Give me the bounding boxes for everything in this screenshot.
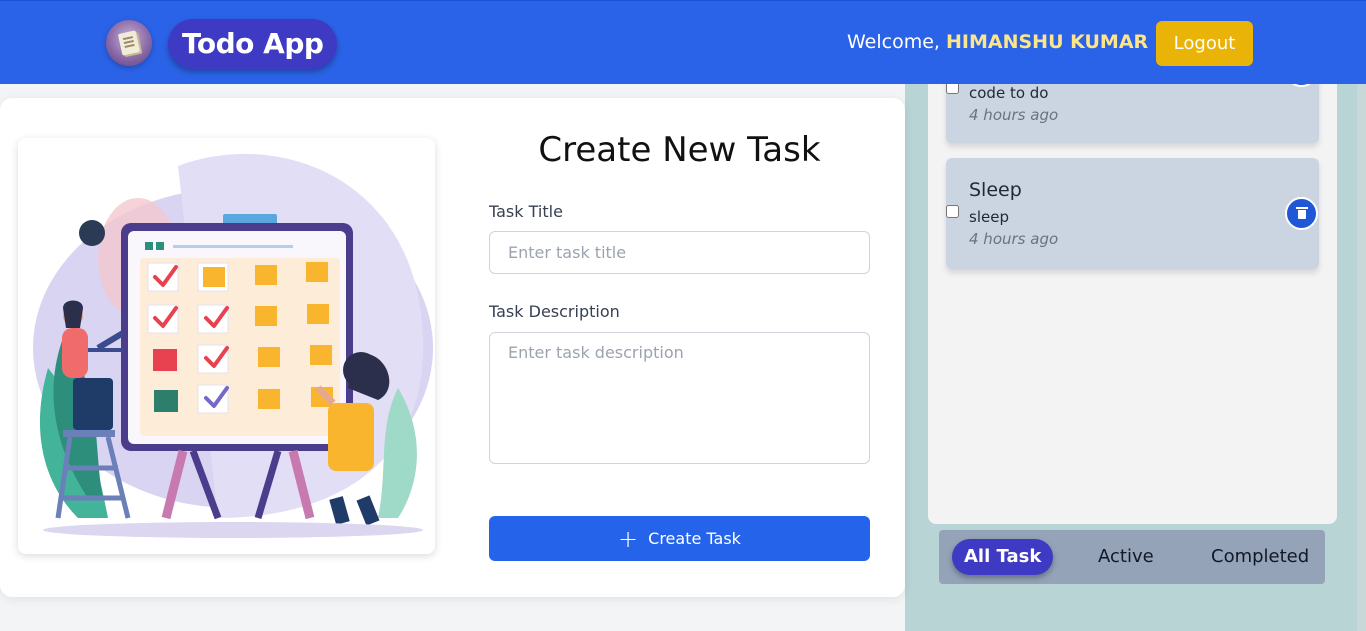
task-filter-tabs: All Task Active Completed: [939, 530, 1325, 584]
task-title-input[interactable]: [489, 231, 870, 274]
task-list-panel[interactable]: code to do 4 hours ago Sleep sleep 4 hou…: [928, 84, 1337, 524]
tab-active[interactable]: Active: [1098, 539, 1154, 575]
create-task-button[interactable]: + Create Task: [489, 516, 870, 561]
logout-button[interactable]: Logout: [1156, 21, 1253, 66]
tab-all-task[interactable]: All Task: [952, 539, 1054, 575]
task-title: Sleep: [969, 179, 1022, 201]
task-description: code to do: [969, 84, 1049, 102]
task-description-input[interactable]: [489, 332, 870, 464]
form-title: Create New Task: [538, 130, 821, 170]
welcome-prefix: Welcome,: [847, 31, 940, 53]
task-illustration: [18, 138, 435, 554]
delete-task-button[interactable]: [1285, 197, 1318, 230]
create-task-label: Create Task: [648, 528, 741, 548]
app-logo: [106, 20, 152, 66]
task-checkbox[interactable]: [946, 84, 959, 94]
create-task-card: Create New Task Task Title Task Descript…: [0, 98, 905, 597]
task-timestamp: 4 hours ago: [969, 106, 1059, 124]
task-card: Sleep sleep 4 hours ago: [946, 158, 1319, 269]
trash-icon: [1296, 207, 1308, 220]
task-timestamp: 4 hours ago: [969, 230, 1059, 248]
delete-task-button[interactable]: [1285, 84, 1318, 87]
plus-icon: +: [618, 524, 639, 553]
task-title-label: Task Title: [489, 202, 563, 221]
illustration-image: [33, 153, 433, 538]
task-checkbox[interactable]: [946, 205, 959, 218]
tab-completed[interactable]: Completed: [1211, 539, 1309, 575]
scrollbar[interactable]: [1357, 84, 1366, 631]
username: HIMANSHU KUMAR: [946, 31, 1149, 53]
task-description-label: Task Description: [489, 302, 620, 321]
book-icon: [117, 30, 141, 56]
app-header: Todo App Welcome, HIMANSHU KUMAR Logout: [0, 0, 1366, 84]
task-card: code to do 4 hours ago: [946, 84, 1319, 143]
welcome-text: Welcome, HIMANSHU KUMAR: [847, 31, 1148, 53]
task-description: sleep: [969, 208, 1009, 226]
app-brand: Todo App: [168, 19, 338, 69]
